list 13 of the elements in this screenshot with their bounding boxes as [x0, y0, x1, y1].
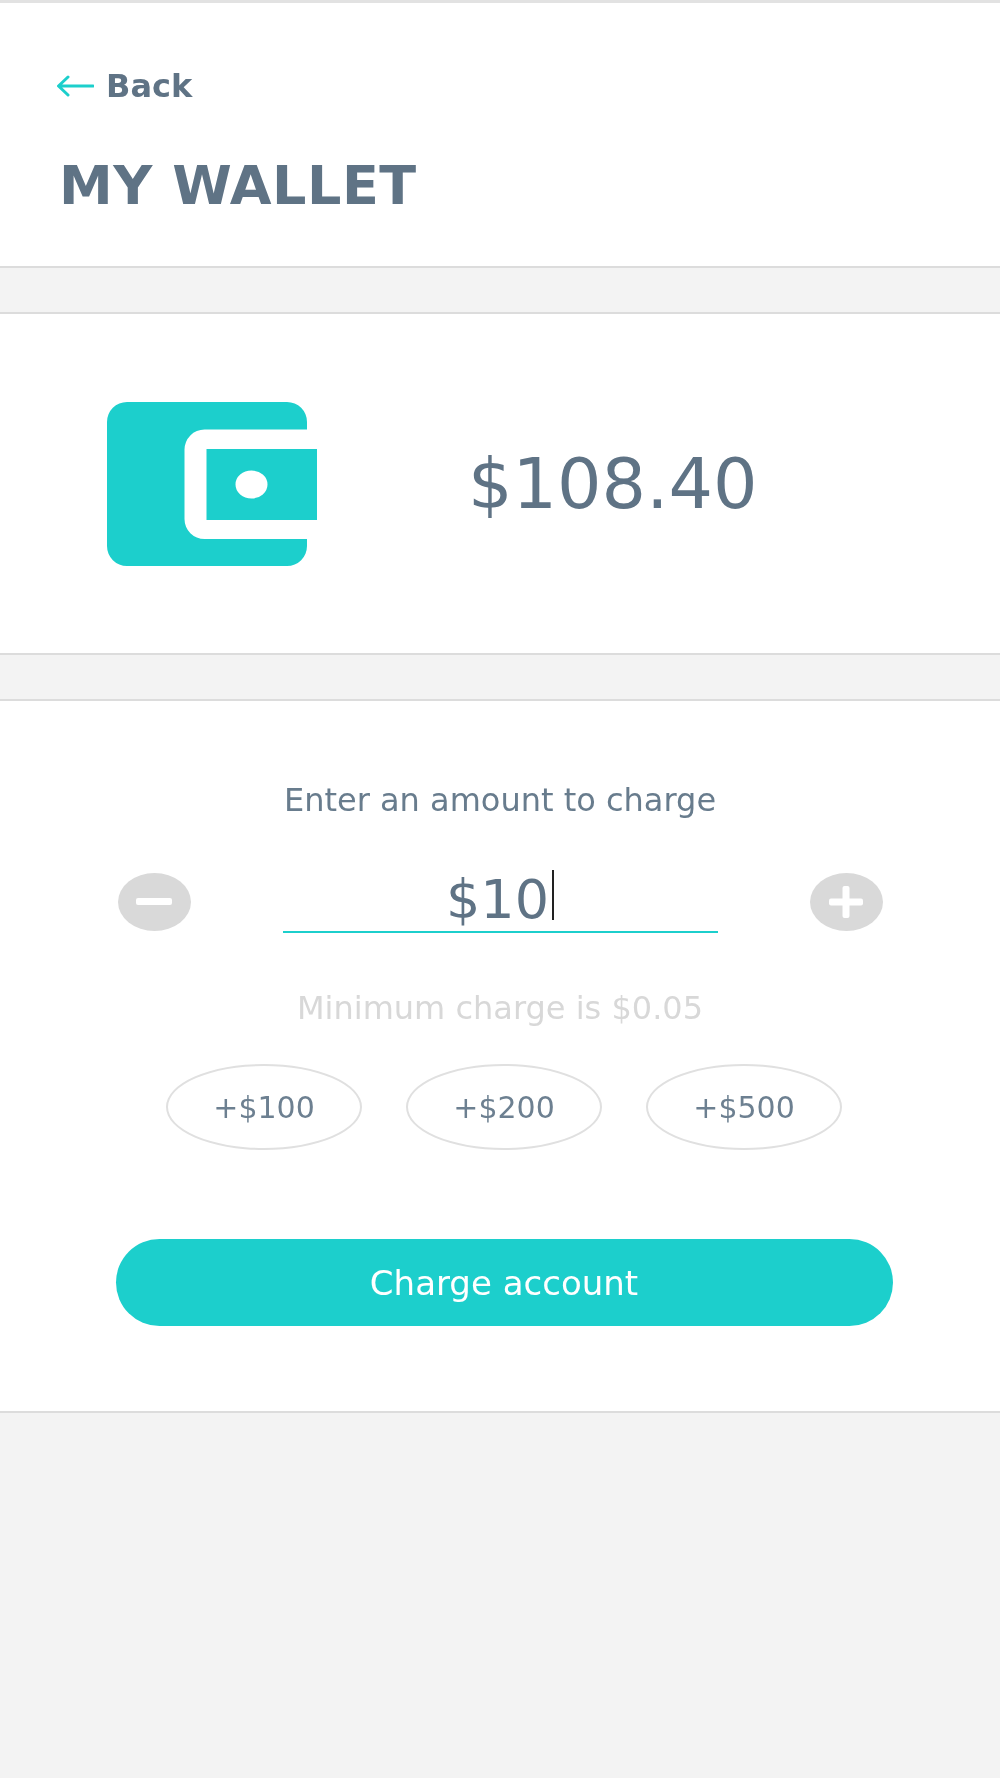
wallet-icon — [107, 402, 317, 566]
quick-amount-button[interactable]: +$100 — [166, 1064, 362, 1150]
amount-input-field[interactable]: $10 — [282, 870, 718, 933]
back-link[interactable]: Back — [56, 66, 193, 106]
arrow-left-icon — [56, 75, 94, 97]
page-title: MY WALLET — [59, 154, 417, 218]
plus-icon — [829, 885, 863, 918]
minus-icon — [136, 898, 172, 905]
quick-amount-button[interactable]: +$500 — [646, 1064, 842, 1150]
amount-prompt: Enter an amount to charge — [283, 780, 717, 820]
quick-amount-button[interactable]: +$200 — [406, 1064, 602, 1150]
text-cursor-icon — [552, 870, 555, 920]
balance-amount: $108.40 — [468, 442, 758, 526]
